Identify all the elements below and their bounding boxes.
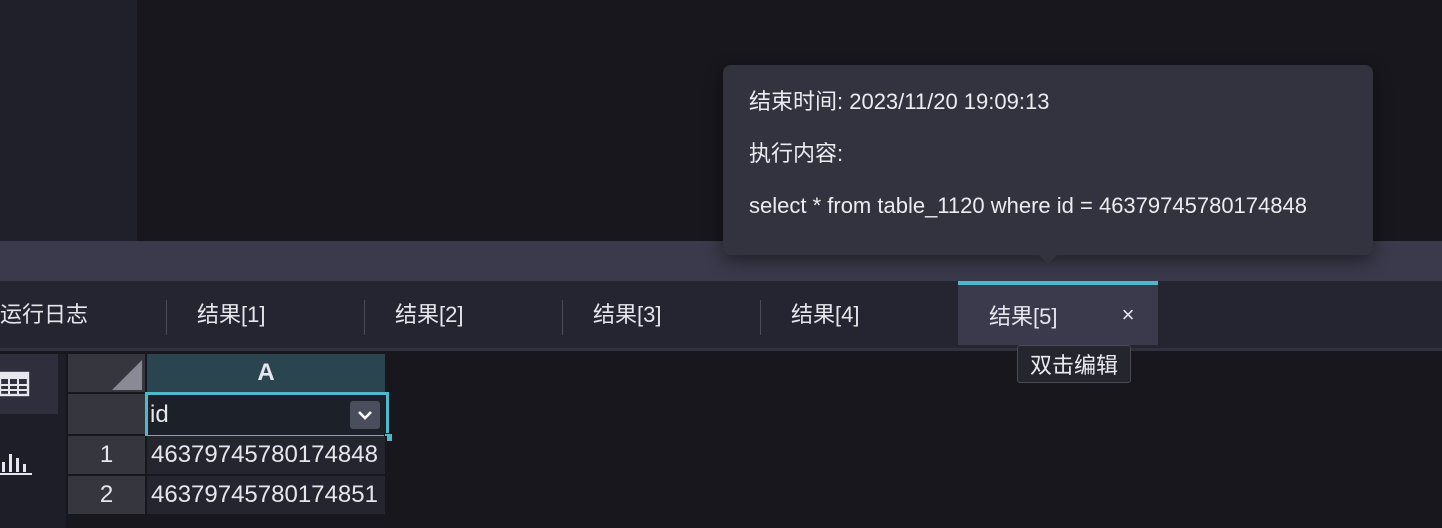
- field-name-cell[interactable]: id: [145, 392, 393, 442]
- row-number: 2: [99, 481, 114, 508]
- field-dropdown-button[interactable]: [350, 401, 380, 429]
- chart-view-button[interactable]: [0, 432, 58, 492]
- field-name: id: [150, 401, 169, 428]
- tab-label: 结果[2]: [395, 302, 464, 327]
- select-all-icon: [112, 360, 142, 390]
- tab-tooltip: 双击编辑: [1017, 345, 1132, 383]
- column-header-label: A: [257, 359, 275, 386]
- row-number: 1: [99, 441, 114, 468]
- tab-label: 运行日志: [0, 302, 89, 327]
- row-header[interactable]: 1: [68, 436, 147, 476]
- close-icon[interactable]: ×: [1116, 303, 1140, 327]
- exec-sql-text: select * from table_1120 where id = 4637…: [749, 193, 1307, 218]
- tab-label: 结果[5]: [989, 304, 1058, 329]
- popover-arrow: [1038, 254, 1058, 264]
- chevron-down-icon: [358, 411, 372, 420]
- exec-content-label: 执行内容:: [749, 141, 844, 166]
- execution-info-popover: 结束时间: 2023/11/20 19:09:13 执行内容: select *…: [723, 65, 1373, 255]
- tab-label: 结果[3]: [593, 302, 662, 327]
- table-cell[interactable]: 46379745780174851: [147, 476, 387, 516]
- row-header[interactable]: 2: [68, 476, 147, 516]
- cell-value: 46379745780174848: [151, 441, 378, 468]
- result-tab-bar: 运行日志 结果[1] 结果[2] 结果[3] 结果[4] 结果[5] ×: [0, 281, 1442, 351]
- tab-result-1[interactable]: 结果[1]: [166, 281, 364, 345]
- tab-label: 结果[4]: [791, 302, 860, 327]
- row-header-field[interactable]: [68, 394, 147, 436]
- tab-result-4[interactable]: 结果[4]: [760, 281, 958, 345]
- tab-label: 结果[1]: [197, 302, 266, 327]
- tooltip-text: 双击编辑: [1030, 353, 1119, 378]
- tab-result-3[interactable]: 结果[3]: [562, 281, 760, 345]
- tab-divider: [166, 300, 167, 335]
- bar-chart-icon: [0, 454, 32, 475]
- table-view-icon: [0, 371, 30, 397]
- table-view-button[interactable]: [0, 354, 58, 414]
- tab-run-log[interactable]: 运行日志: [0, 281, 166, 345]
- column-header-a[interactable]: A: [147, 354, 387, 394]
- result-view-switcher: [0, 354, 66, 528]
- table-cell[interactable]: 46379745780174848: [147, 436, 387, 476]
- end-time-text: 结束时间: 2023/11/20 19:09:13: [749, 89, 1050, 114]
- tab-result-2[interactable]: 结果[2]: [364, 281, 562, 345]
- cell-value: 46379745780174851: [151, 481, 378, 508]
- tab-divider: [760, 300, 761, 335]
- tab-divider: [562, 300, 563, 335]
- tab-divider: [364, 300, 365, 335]
- tab-result-5[interactable]: 结果[5] ×: [958, 281, 1158, 345]
- left-panel: [0, 0, 137, 241]
- grid-corner[interactable]: [68, 354, 147, 394]
